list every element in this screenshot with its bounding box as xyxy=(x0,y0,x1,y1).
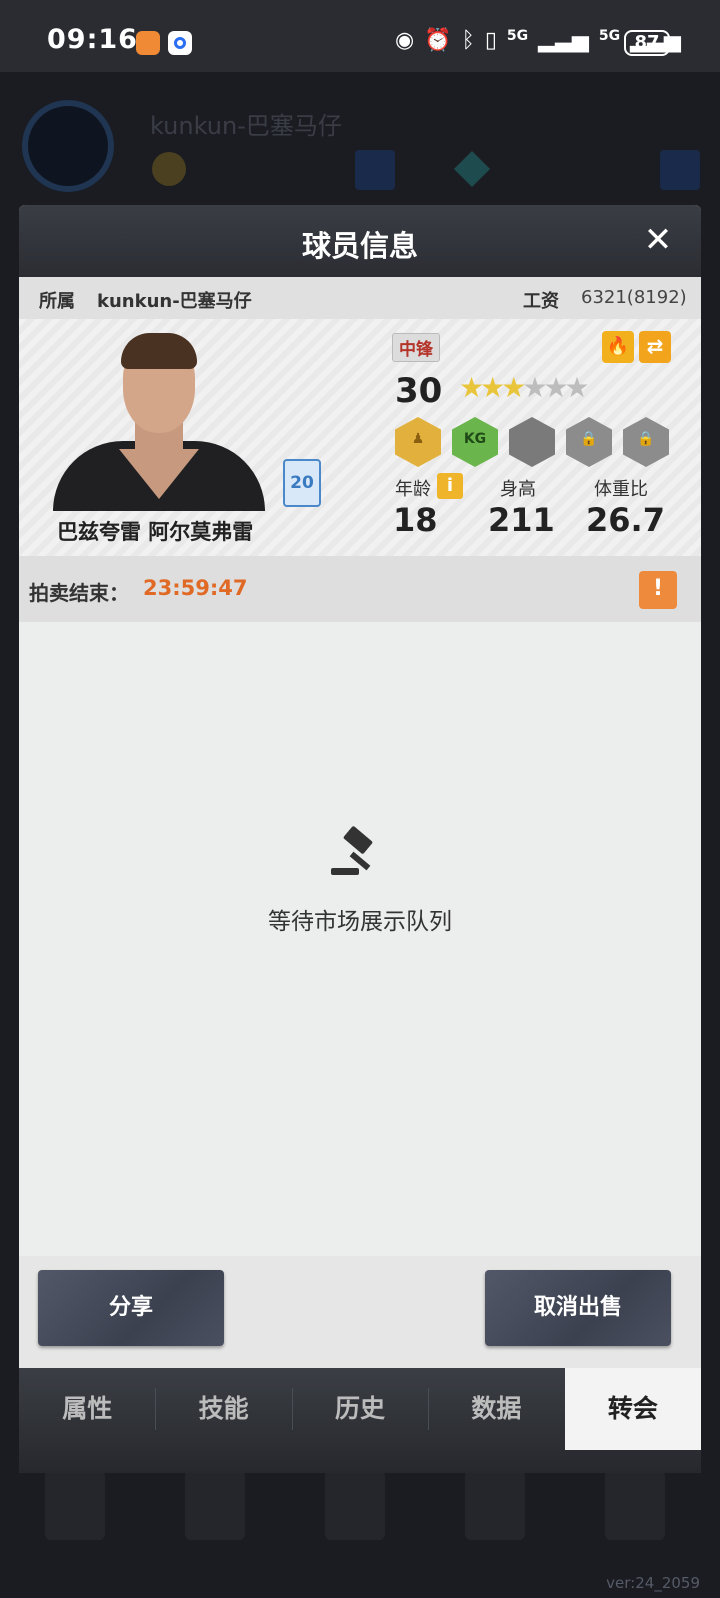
tab-skills[interactable]: 技能 xyxy=(155,1368,291,1450)
add-coin-button xyxy=(355,150,395,190)
jersey-icon: 20 xyxy=(283,459,321,507)
app-notification-icon xyxy=(136,31,160,55)
close-button[interactable]: ✕ xyxy=(635,217,681,263)
star-icon: ★ xyxy=(480,371,505,404)
signal-icon-2: 5G xyxy=(598,28,621,44)
tab-stats[interactable]: 数据 xyxy=(428,1368,564,1450)
vibrate-icon: ▯ xyxy=(484,28,497,53)
star-icon: ★ xyxy=(543,371,568,404)
version-label: ver:24_2059 xyxy=(606,1574,700,1592)
star-icon: ★ xyxy=(564,371,590,404)
battery-icon: 87 xyxy=(624,30,670,56)
nav-icon xyxy=(605,1470,665,1540)
tab-history[interactable]: 历史 xyxy=(291,1368,428,1450)
bluetooth-icon: ᛒ xyxy=(461,28,475,53)
star-rating: ★★★★★★ xyxy=(459,371,590,404)
status-bar: 09:16 ◉ ⏰ ᛒ ▯ 5G ▂▃▅ 5G ▂▃▅ 87 xyxy=(0,0,720,72)
owner-label: 所属 xyxy=(39,291,75,312)
player-card: 20 巴兹夸雷 阿尔莫弗雷 中锋 🔥 ⇄ 30 ★★★★★★ ♟ KG 🔒 🔒 … xyxy=(19,319,701,556)
lock-icon[interactable]: 🔒 xyxy=(623,417,669,467)
auction-row: 拍卖结束： 23:59:47 ! xyxy=(19,556,701,622)
kg-badge-icon[interactable]: KG xyxy=(452,417,498,467)
queue-message: 等待市场展示队列 xyxy=(268,909,452,935)
info-icon[interactable]: i xyxy=(437,473,463,499)
player-rating: 30 xyxy=(395,371,443,411)
nav-icon xyxy=(185,1470,245,1540)
lock-icon[interactable]: 🔒 xyxy=(566,417,612,467)
gavel-icon xyxy=(331,825,379,876)
star-icon: ★ xyxy=(501,371,526,404)
queue-area: 等待市场展示队列 xyxy=(19,622,701,1256)
position-badge: 中锋 xyxy=(392,333,440,362)
add-gem-button xyxy=(660,150,700,190)
tab-transfer[interactable]: 转会 xyxy=(564,1368,701,1450)
button-bar: 分享 取消出售 xyxy=(19,1256,701,1368)
age-label: 年龄 xyxy=(395,479,431,500)
age-value: 18 xyxy=(393,501,438,539)
tab-bar: 属性 技能 历史 数据 转会 xyxy=(19,1368,701,1473)
owner-row: 所属 kunkun-巴塞马仔 工资 6321(8192) xyxy=(19,277,701,319)
player-portrait xyxy=(45,331,273,511)
player-badge-icon[interactable]: ♟ xyxy=(395,417,441,467)
swap-icon[interactable]: ⇄ xyxy=(639,331,671,363)
star-icon: ★ xyxy=(459,371,484,404)
fire-icon[interactable]: 🔥 xyxy=(602,331,634,363)
weight-ratio-label: 体重比 xyxy=(594,479,648,500)
eye-icon: ◉ xyxy=(395,28,415,53)
height-value: 211 xyxy=(488,501,555,539)
nav-icon xyxy=(45,1470,105,1540)
nav-icon xyxy=(325,1470,385,1540)
warning-icon[interactable]: ! xyxy=(639,571,677,609)
cancel-sale-button[interactable]: 取消出售 xyxy=(485,1270,671,1346)
height-label: 身高 xyxy=(500,479,536,500)
tab-attributes[interactable]: 属性 xyxy=(19,1368,155,1450)
star-icon: ★ xyxy=(522,371,547,404)
auction-label: 拍卖结束： xyxy=(29,581,129,605)
salary-value: 6321(8192) xyxy=(581,287,687,308)
weight-ratio-value: 26.7 xyxy=(586,501,665,539)
gem-icon xyxy=(453,150,491,188)
coin-icon xyxy=(152,152,186,186)
team-name: kunkun-巴塞马仔 xyxy=(150,112,342,140)
auction-countdown: 23:59:47 xyxy=(143,576,248,600)
alarm-icon: ⏰ xyxy=(424,28,452,53)
player-name: 巴兹夸雷 阿尔莫弗雷 xyxy=(57,520,254,544)
share-button[interactable]: 分享 xyxy=(38,1270,224,1346)
modal-title: 球员信息 xyxy=(301,229,418,263)
team-logo xyxy=(22,100,114,192)
nav-icon xyxy=(465,1470,525,1540)
owner-name: kunkun-巴塞马仔 xyxy=(97,291,252,312)
status-time: 09:16 xyxy=(47,24,138,55)
player-info-modal: 球员信息 ✕ 所属 kunkun-巴塞马仔 工资 6321(8192) 20 巴… xyxy=(19,205,701,1473)
app-notification-icon-2 xyxy=(168,31,192,55)
salary-label: 工资 xyxy=(523,291,559,312)
signal-bars-icon: ▂▃▅ xyxy=(538,28,589,53)
signal-icon: 5G xyxy=(506,28,529,44)
modal-header: 球员信息 ✕ xyxy=(19,205,701,277)
empty-badge-icon[interactable] xyxy=(509,417,555,467)
